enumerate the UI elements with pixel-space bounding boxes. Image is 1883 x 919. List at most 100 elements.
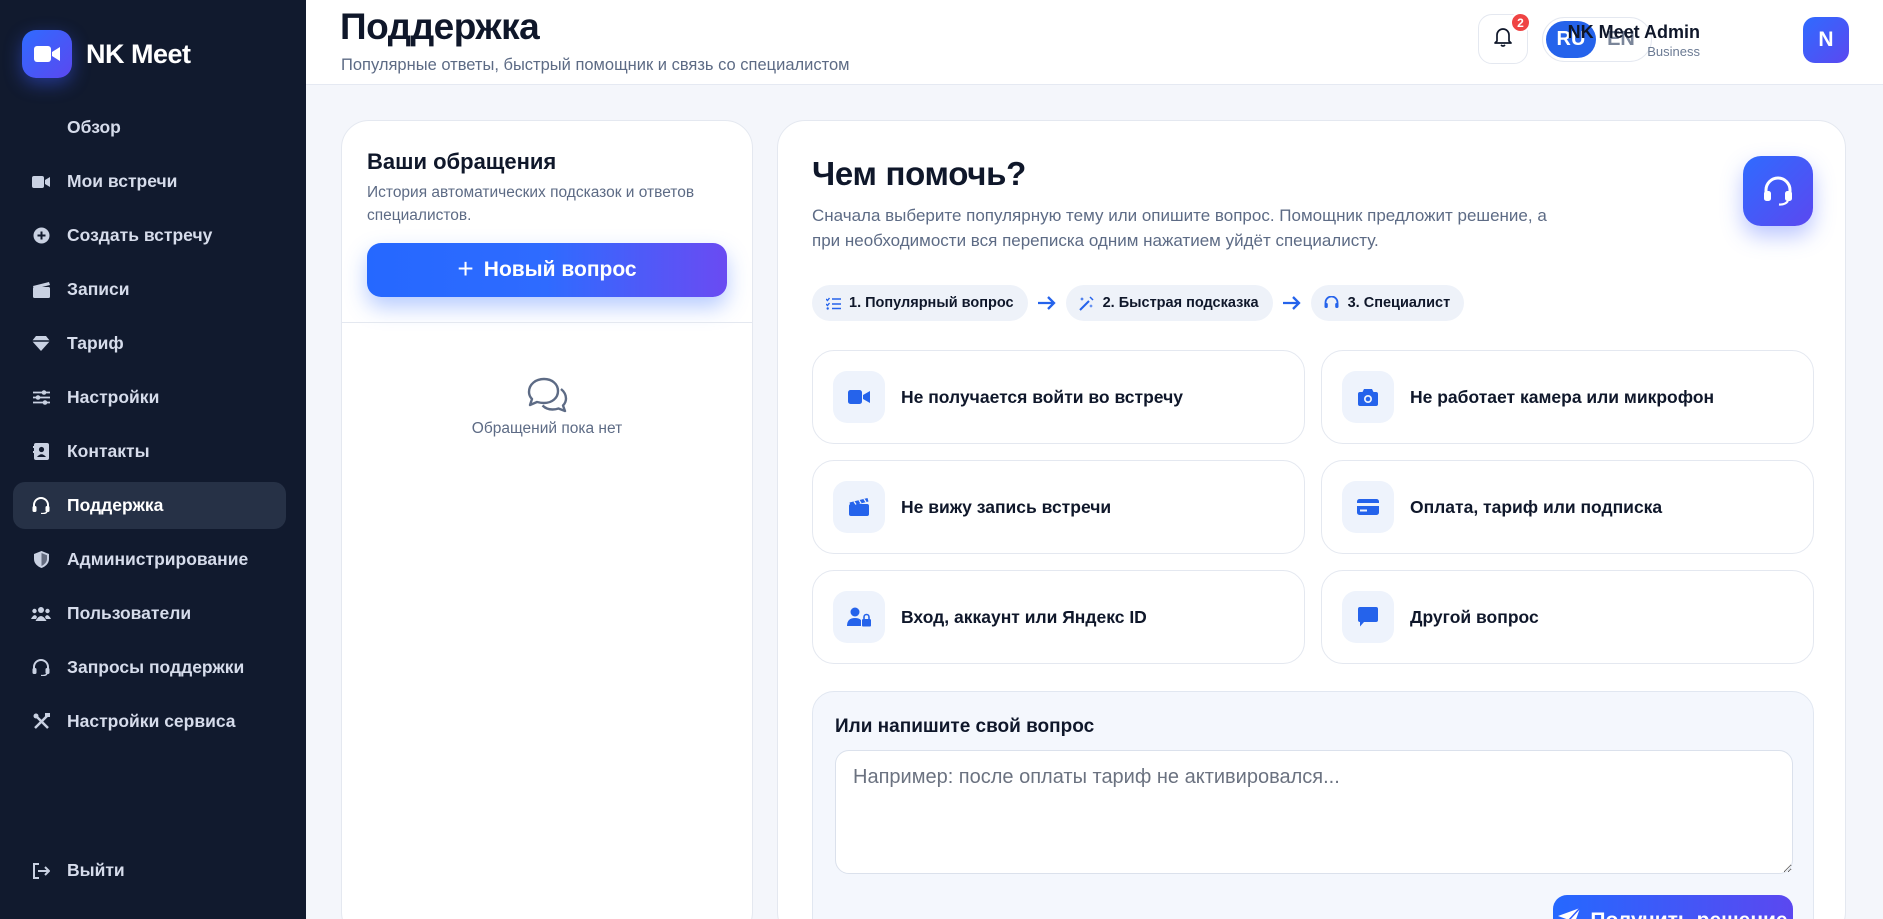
sidebar-item-administration[interactable]: Администрирование (13, 536, 286, 583)
sidebar-item-create-meeting[interactable]: Создать встречу (13, 212, 286, 259)
notifications-button[interactable]: 2 (1478, 12, 1531, 64)
sidebar-item-service-settings[interactable]: Настройки сервиса (13, 698, 286, 745)
send-icon (1558, 907, 1590, 919)
plus-circle-icon (31, 226, 51, 246)
topic-label: Не получается войти во встречу (901, 386, 1183, 407)
arrow-right-icon (1273, 296, 1311, 310)
sidebar-item-label: Мои встречи (67, 171, 178, 191)
topic-other-question[interactable]: Другой вопрос (1321, 570, 1814, 664)
clapperboard-icon (31, 280, 51, 300)
logout-section: Выйти (13, 847, 286, 901)
step-quick-hint: 2. Быстрая подсказка (1065, 285, 1273, 321)
video-icon (833, 371, 885, 423)
sidebar-item-support[interactable]: Поддержка (13, 482, 286, 529)
requests-title: Ваши обращения (367, 149, 557, 174)
topic-cannot-join-meeting[interactable]: Не получается войти во встречу (812, 350, 1305, 444)
user-name[interactable]: NK Meet Admin (1568, 22, 1700, 43)
shield-icon (31, 550, 51, 570)
camera-icon (1342, 371, 1394, 423)
headset-icon (31, 496, 51, 516)
step-label: 1. Популярный вопрос (849, 295, 1014, 311)
sliders-icon (31, 388, 51, 408)
help-panel: Чем помочь? Сначала выберите популярную … (777, 120, 1846, 919)
empty-state-text: Обращений пока нет (471, 420, 623, 437)
sidebar-item-recordings[interactable]: Записи (13, 266, 286, 313)
headset-icon (1324, 295, 1340, 311)
topic-label: Вход, аккаунт или Яндекс ID (901, 606, 1147, 627)
requests-description: История автоматических подсказок и ответ… (367, 184, 695, 224)
top-header: Поддержка Популярные ответы, быстрый пом… (306, 0, 1883, 85)
sidebar-item-contacts[interactable]: Контакты (13, 428, 286, 475)
sidebar-item-label: Настройки сервиса (67, 711, 236, 731)
plus-icon: + (457, 252, 474, 284)
contacts-icon (31, 442, 51, 462)
new-question-label: Новый вопрос (483, 258, 637, 281)
sidebar-item-label: Записи (67, 279, 130, 299)
chat-bubbles-icon (526, 376, 568, 414)
avatar[interactable]: N (1803, 17, 1849, 63)
credit-card-icon (1342, 481, 1394, 533)
get-solution-button[interactable]: Получить решение (1553, 895, 1793, 919)
topics-grid: Не получается войти во встречу Не работа… (812, 350, 1814, 664)
brand-name: NK Meet (86, 38, 191, 69)
sidebar-item-label: Администрирование (67, 549, 249, 569)
sidebar-item-my-meetings[interactable]: Мои встречи (13, 158, 286, 205)
help-title: Чем помочь? (812, 155, 1026, 192)
topic-label: Оплата, тариф или подписка (1410, 496, 1663, 517)
custom-question-title: Или напишите свой вопрос (835, 716, 1095, 737)
arrow-right-icon (1028, 296, 1066, 310)
sidebar-item-label: Пользователи (67, 603, 192, 623)
topic-account-login[interactable]: Вход, аккаунт или Яндекс ID (812, 570, 1305, 664)
topic-payment-tariff[interactable]: Оплата, тариф или подписка (1321, 460, 1814, 554)
video-icon (31, 172, 51, 192)
user-plan: Business (1647, 44, 1700, 59)
step-label: 2. Быстрая подсказка (1102, 295, 1259, 311)
sidebar-item-settings[interactable]: Настройки (13, 374, 286, 421)
topic-label: Не вижу запись встречи (901, 496, 1112, 517)
sidebar-item-label: Запросы поддержки (67, 657, 245, 677)
sidebar-item-label: Создать встречу (67, 225, 213, 245)
sidebar-item-support-requests[interactable]: Запросы поддержки (13, 644, 286, 691)
headset-icon (31, 658, 51, 678)
logout-label: Выйти (67, 860, 125, 880)
users-icon (31, 604, 51, 624)
sidebar-item-label: Поддержка (67, 495, 164, 515)
blank-icon (31, 118, 51, 138)
logout-button[interactable]: Выйти (13, 847, 286, 894)
magic-wand-icon (1079, 295, 1095, 311)
video-camera-logo-icon (22, 30, 72, 78)
sidebar: NK Meet Обзор Мои встречи Создать встреч… (0, 0, 306, 919)
get-solution-label: Получить решение (1590, 909, 1787, 919)
sidebar-item-label: Обзор (67, 117, 121, 137)
logout-icon (31, 861, 51, 881)
chat-bubble-icon (1342, 591, 1394, 643)
sidebar-item-label: Настройки (67, 387, 160, 407)
sidebar-item-tariff[interactable]: Тариф (13, 320, 286, 367)
steps-row: 1. Популярный вопрос 2. Быстрая подсказк… (812, 285, 1465, 321)
tools-icon (31, 712, 51, 732)
requests-panel: Ваши обращения История автоматических по… (341, 120, 753, 919)
bell-icon (1494, 27, 1512, 52)
brand[interactable]: NK Meet (22, 30, 191, 78)
user-lock-icon (833, 591, 885, 643)
sidebar-item-label: Тариф (67, 333, 124, 353)
list-check-icon (825, 295, 841, 311)
step-popular-question: 1. Популярный вопрос (812, 285, 1028, 321)
help-description: Сначала выберите популярную тему или опи… (812, 206, 1547, 250)
topic-camera-microphone[interactable]: Не работает камера или микрофон (1321, 350, 1814, 444)
gem-icon (31, 334, 51, 354)
headset-icon (1743, 156, 1813, 226)
notifications-count-badge: 2 (1510, 12, 1531, 33)
topic-label: Не работает камера или микрофон (1410, 386, 1715, 407)
topic-label: Другой вопрос (1410, 606, 1539, 627)
step-specialist: 3. Специалист (1310, 285, 1465, 321)
page-title: Поддержка (340, 6, 540, 47)
sidebar-nav: Обзор Мои встречи Создать встречу Записи… (13, 104, 286, 752)
new-question-button[interactable]: + Новый вопрос (367, 243, 727, 297)
topic-recording-missing[interactable]: Не вижу запись встречи (812, 460, 1305, 554)
sidebar-item-overview[interactable]: Обзор (13, 104, 286, 151)
custom-question-box: Или напишите свой вопрос Получить решени… (812, 691, 1814, 919)
sidebar-item-label: Контакты (67, 441, 150, 461)
question-textarea[interactable] (835, 750, 1793, 874)
sidebar-item-users[interactable]: Пользователи (13, 590, 286, 637)
